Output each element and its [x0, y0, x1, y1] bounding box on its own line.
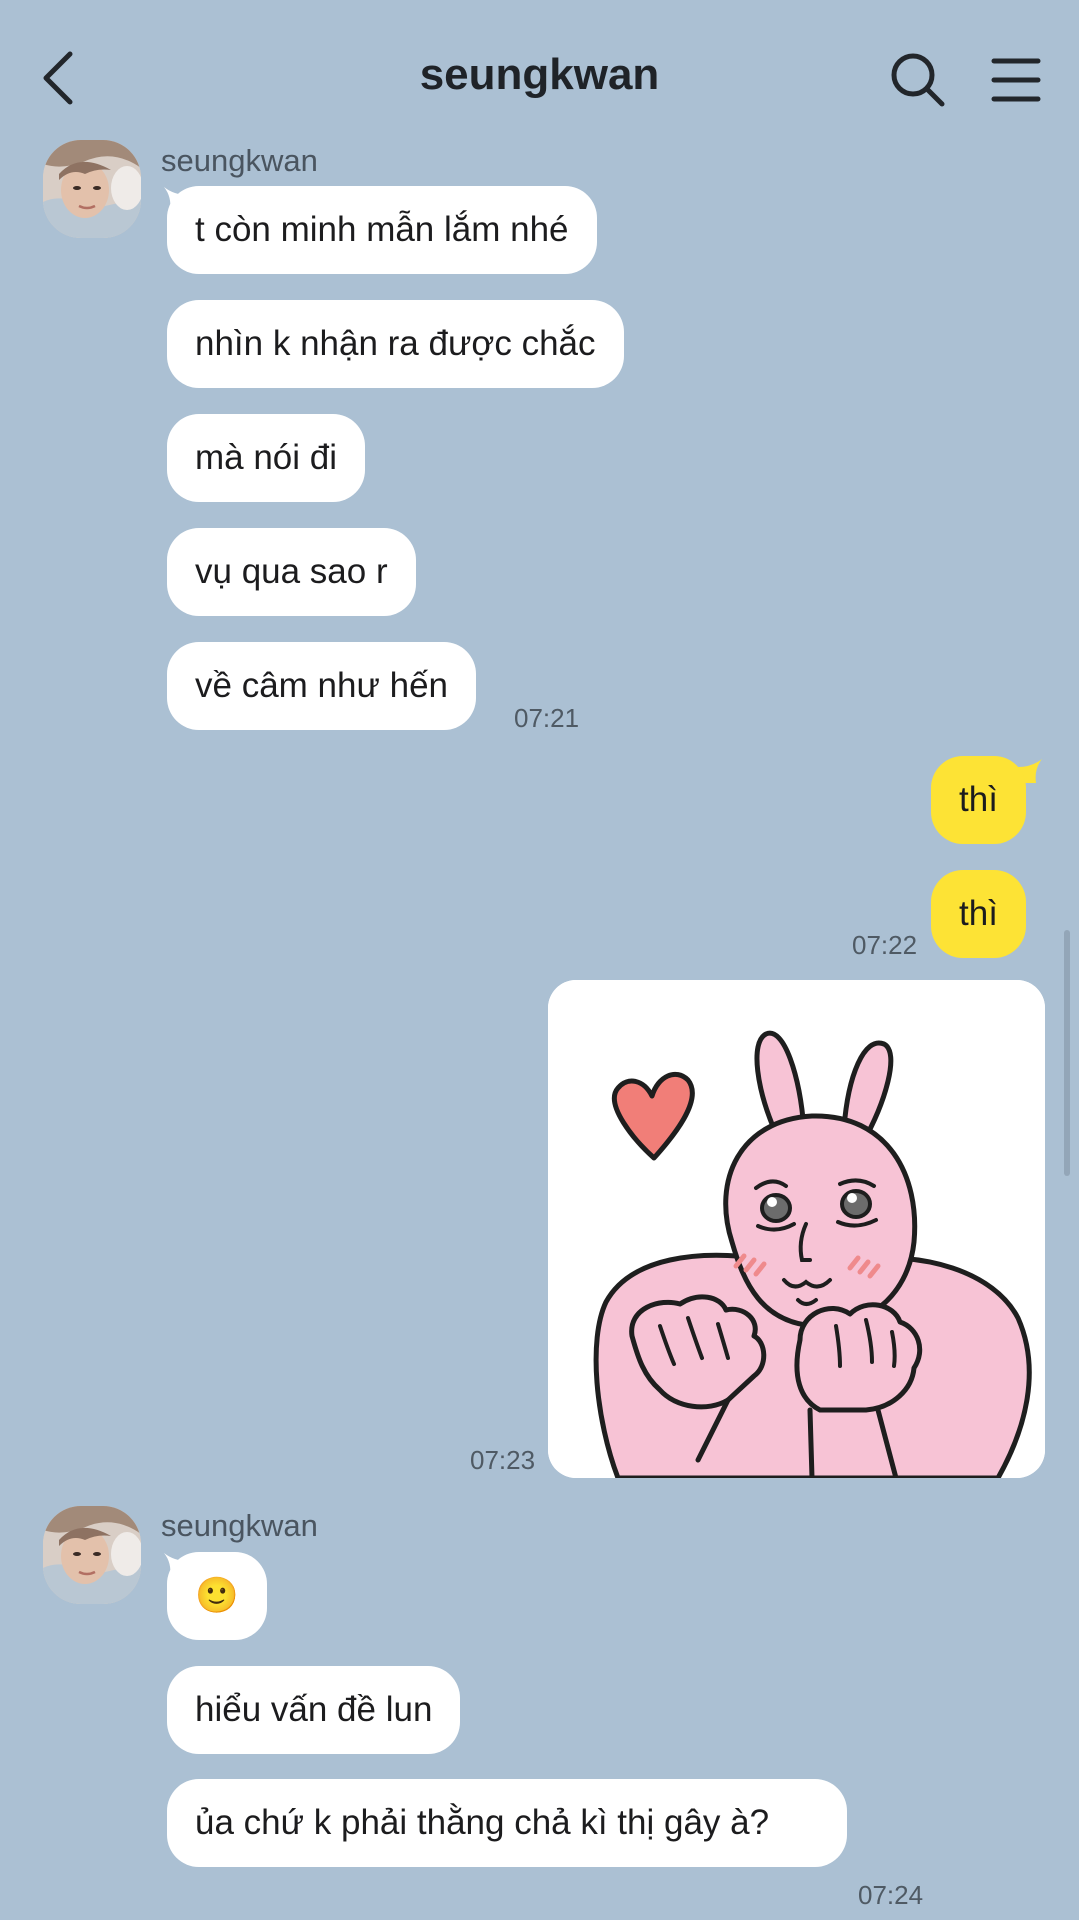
- timestamp: 07:21: [514, 703, 580, 733]
- chat-header: seungkwan: [0, 0, 1079, 150]
- profile-photo: [43, 140, 141, 238]
- message-bubble[interactable]: 🙂: [167, 1552, 267, 1640]
- hamburger-menu-icon: [991, 58, 1041, 102]
- avatar[interactable]: [43, 1506, 141, 1604]
- menu-button[interactable]: [990, 54, 1042, 106]
- message-bubble[interactable]: t còn minh mẫn lắm nhé: [167, 186, 597, 274]
- profile-photo: [43, 1506, 141, 1604]
- message-bubble[interactable]: về câm như hến: [167, 642, 477, 730]
- sender-name: seungkwan: [161, 1508, 318, 1543]
- search-icon: [891, 53, 945, 107]
- timestamp: 07:22: [852, 930, 918, 960]
- message-bubble[interactable]: hiểu vấn đề lun: [167, 1666, 461, 1754]
- sender-name: seungkwan: [161, 143, 318, 178]
- sticker-message[interactable]: [548, 980, 1045, 1478]
- message-bubble[interactable]: vụ qua sao r: [167, 528, 416, 616]
- timestamp: 07:24: [858, 1880, 924, 1910]
- timestamp: 07:23: [470, 1445, 536, 1475]
- message-bubble[interactable]: mà nói đi: [167, 414, 366, 502]
- pink-rabbit-sticker: [548, 980, 1045, 1478]
- message-bubble[interactable]: thì: [931, 870, 1026, 958]
- scrollbar[interactable]: [1064, 930, 1070, 1176]
- message-bubble[interactable]: nhìn k nhận ra được chắc: [167, 300, 624, 388]
- avatar[interactable]: [43, 140, 141, 238]
- chevron-left-icon: [43, 51, 73, 105]
- message-bubble[interactable]: thì: [931, 756, 1026, 844]
- message-bubble[interactable]: ủa chứ k phải thằng chả kì thị gây à?: [167, 1779, 847, 1867]
- back-button[interactable]: [30, 40, 90, 112]
- search-button[interactable]: [888, 50, 948, 110]
